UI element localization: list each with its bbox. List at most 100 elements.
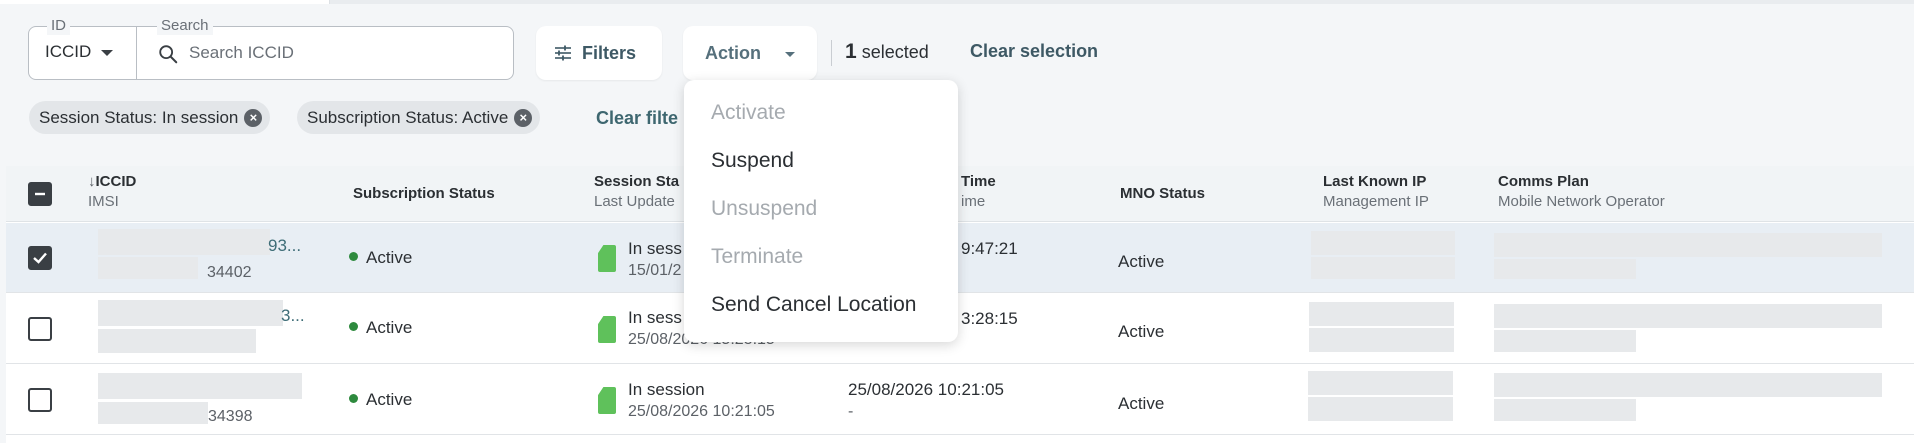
sim-table: ↓ICCID IMSI Subscription Status Session …	[6, 166, 1914, 443]
redacted-iccid	[98, 373, 302, 399]
redacted-imsi	[98, 257, 198, 279]
id-type-select[interactable]: ID ICCID	[28, 17, 137, 80]
column-session-status[interactable]: Session Sta Last Update	[594, 172, 679, 212]
sort-arrow-down-icon: ↓	[88, 173, 96, 190]
filter-sliders-icon	[555, 45, 571, 61]
column-mno-label: Mobile Network Operator	[1498, 193, 1665, 210]
redacted-comms-plan	[1494, 373, 1882, 397]
redacted-comms-plan	[1494, 304, 1882, 328]
column-last-known-ip-label: Last Known IP	[1323, 173, 1427, 190]
select-all-checkbox[interactable]	[28, 182, 52, 206]
table-row[interactable]: 3... Active In sess 25/08/2026 15:28:15 …	[6, 294, 1914, 364]
time-sub-text: -	[848, 403, 854, 420]
sim-card-icon	[598, 245, 616, 272]
search-field[interactable]: Search	[136, 17, 514, 80]
session-status-text: In session	[628, 380, 705, 399]
sim-card-icon	[598, 387, 616, 414]
time-text: 25/08/2026 10:21:05	[848, 380, 1004, 399]
session-status-text: In sess	[628, 308, 682, 327]
column-session-status-label: Session Sta	[594, 173, 680, 190]
table-row[interactable]: 34398 Active In session 25/08/2026 10:21…	[6, 365, 1914, 435]
filter-chip-subscription-status: Subscription Status: Active ×	[297, 101, 541, 134]
menu-item-unsuspend: Unsuspend	[711, 197, 818, 220]
subscription-status: Active	[349, 247, 412, 269]
subscription-status: Active	[349, 317, 412, 339]
redacted-mno	[1494, 259, 1636, 279]
redacted-mno	[1494, 330, 1636, 352]
selected-number: 1	[845, 40, 857, 63]
redacted-last-known-ip	[1308, 371, 1453, 395]
table-header: ↓ICCID IMSI Subscription Status Session …	[6, 166, 1914, 222]
row-checkbox[interactable]	[28, 317, 52, 341]
table-row[interactable]: 93... 34402 Active In sess 15/01/2 9:47:…	[6, 223, 1914, 293]
check-icon	[33, 252, 47, 264]
redacted-management-ip	[1308, 397, 1453, 421]
iccid-tail[interactable]: 93...	[268, 235, 301, 257]
id-legend: ID	[47, 17, 70, 35]
top-tab-bar	[0, 0, 1914, 4]
selected-count: 1 selected	[845, 40, 929, 64]
redacted-management-ip	[1309, 328, 1454, 352]
selected-text: selected	[861, 42, 929, 62]
column-iccid[interactable]: ↓ICCID IMSI	[88, 172, 136, 212]
column-management-ip-label: Management IP	[1323, 193, 1429, 210]
redacted-iccid	[98, 300, 283, 326]
column-time-label: Time	[961, 173, 996, 190]
chip-label: Session Status: In session	[39, 107, 239, 127]
chevron-down-icon	[785, 51, 795, 57]
menu-item-terminate: Terminate	[711, 245, 804, 268]
action-menu: Activate Suspend Unsuspend Terminate Sen…	[684, 80, 958, 342]
search-icon	[159, 45, 178, 64]
session-status-text: In sess	[628, 239, 682, 258]
column-comms-plan-label: Comms Plan	[1498, 173, 1589, 190]
column-comms-plan[interactable]: Comms Plan Mobile Network Operator	[1498, 172, 1665, 212]
redacted-last-known-ip	[1309, 302, 1454, 326]
time-value: 3:28:15	[961, 309, 1018, 328]
active-tab-edge	[0, 0, 330, 4]
status-dot-icon	[349, 322, 358, 332]
imsi-tail: 34402	[207, 264, 252, 281]
search-input[interactable]	[189, 37, 489, 69]
redacted-iccid	[98, 229, 270, 255]
session-status: In sess 15/01/2	[628, 238, 682, 282]
row-checkbox[interactable]	[28, 388, 52, 412]
mno-status: Active	[1118, 252, 1165, 271]
time-value: 9:47:21	[961, 239, 1018, 258]
menu-item-activate: Activate	[711, 101, 786, 124]
column-iccid-label: ICCID	[95, 173, 137, 190]
redacted-management-ip	[1311, 257, 1455, 279]
iccid-tail[interactable]: 3...	[281, 305, 305, 327]
filter-chip-session-status: Session Status: In session ×	[29, 101, 271, 134]
column-mno-status[interactable]: MNO Status	[1120, 184, 1205, 204]
time-value: 25/08/2026 10:21:05 -	[848, 379, 1004, 423]
column-time[interactable]: Time ime	[961, 172, 996, 212]
session-last-update: 15/01/2	[628, 262, 682, 279]
id-type-label: ICCID	[45, 42, 92, 61]
close-icon[interactable]: ×	[244, 108, 263, 127]
row-checkbox[interactable]	[28, 246, 52, 270]
clear-filters-link[interactable]: Clear filte	[596, 108, 684, 129]
id-type-value[interactable]: ICCID	[45, 42, 114, 62]
chip-label: Subscription Status: Active	[307, 107, 509, 127]
subscription-status-text: Active	[366, 318, 413, 337]
menu-item-send-cancel-location[interactable]: Send Cancel Location	[711, 292, 916, 318]
action-button[interactable]: Action	[683, 26, 817, 80]
status-dot-icon	[349, 394, 358, 404]
action-label: Action	[705, 42, 761, 63]
status-dot-icon	[349, 252, 358, 262]
subscription-status-text: Active	[366, 248, 413, 267]
column-subscription-status[interactable]: Subscription Status	[353, 184, 495, 204]
column-imsi-label: IMSI	[88, 193, 119, 210]
redacted-mno	[1494, 399, 1636, 421]
filters-button[interactable]: Filters	[536, 26, 662, 80]
column-last-update-label: Last Update	[594, 193, 675, 210]
menu-item-suspend[interactable]: Suspend	[711, 148, 794, 174]
clear-selection-link[interactable]: Clear selection	[970, 41, 1098, 62]
session-status: In session 25/08/2026 10:21:05	[628, 379, 775, 423]
imsi-tail: 34398	[208, 408, 253, 425]
redacted-comms-plan	[1494, 233, 1882, 257]
mno-status: Active	[1118, 322, 1165, 341]
column-last-known-ip[interactable]: Last Known IP Management IP	[1323, 172, 1429, 212]
close-icon[interactable]: ×	[514, 108, 533, 127]
mno-status: Active	[1118, 394, 1165, 413]
